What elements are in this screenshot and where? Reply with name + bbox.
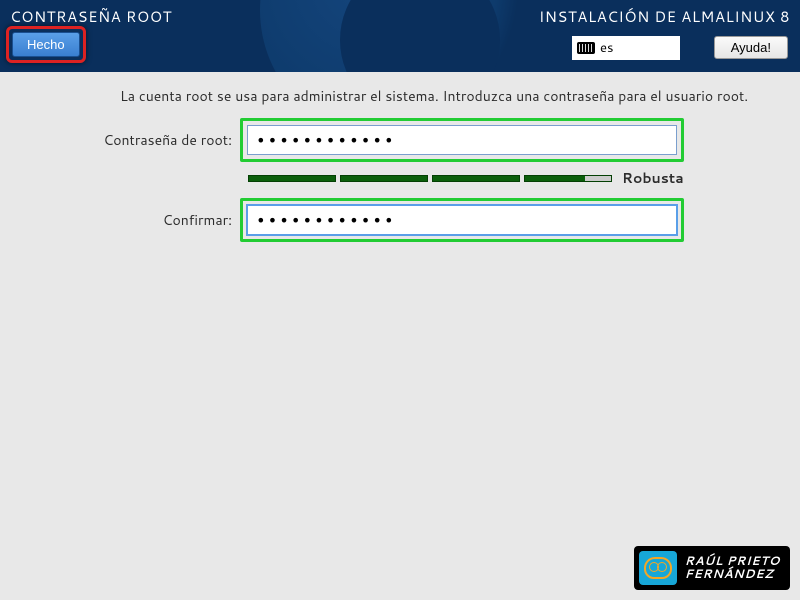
done-highlight: Hecho bbox=[6, 26, 86, 63]
brain-icon bbox=[644, 557, 672, 579]
password-row: Contraseña de root: bbox=[20, 118, 780, 162]
keyboard-icon bbox=[577, 42, 595, 54]
strength-row: Robusta bbox=[248, 168, 780, 188]
main-content: La cuenta root se usa para administrar e… bbox=[0, 72, 800, 262]
watermark-line2: FERNÁNDEZ bbox=[685, 568, 780, 581]
keyboard-layout-indicator[interactable]: es bbox=[572, 36, 680, 60]
password-highlight bbox=[240, 118, 684, 162]
password-label: Contraseña de root: bbox=[20, 130, 240, 150]
install-title: INSTALACIÓN DE ALMALINUX 8 bbox=[539, 6, 790, 27]
root-password-input[interactable] bbox=[247, 125, 677, 155]
strength-segment bbox=[432, 175, 520, 182]
strength-label: Robusta bbox=[622, 168, 684, 188]
strength-segment bbox=[248, 175, 336, 182]
page-title: CONTRASEÑA ROOT bbox=[10, 6, 172, 27]
strength-meter bbox=[248, 175, 612, 182]
confirm-row: Confirmar: bbox=[20, 198, 780, 242]
header-bar: CONTRASEÑA ROOT INSTALACIÓN DE ALMALINUX… bbox=[0, 0, 800, 72]
watermark-logo bbox=[639, 551, 677, 585]
help-button[interactable]: Ayuda! bbox=[714, 36, 788, 59]
watermark-text: RAÚL PRIETO FERNÁNDEZ bbox=[685, 555, 780, 580]
intro-text: La cuenta root se usa para administrar e… bbox=[120, 86, 780, 106]
keyboard-layout-label: es bbox=[600, 39, 613, 57]
watermark-badge: RAÚL PRIETO FERNÁNDEZ bbox=[634, 546, 790, 590]
decorative-blob bbox=[340, 0, 500, 72]
confirm-highlight bbox=[240, 198, 684, 242]
confirm-password-input[interactable] bbox=[247, 205, 677, 235]
strength-segment bbox=[524, 175, 612, 182]
confirm-label: Confirmar: bbox=[20, 210, 240, 230]
strength-segment bbox=[340, 175, 428, 182]
done-button[interactable]: Hecho bbox=[12, 32, 80, 57]
